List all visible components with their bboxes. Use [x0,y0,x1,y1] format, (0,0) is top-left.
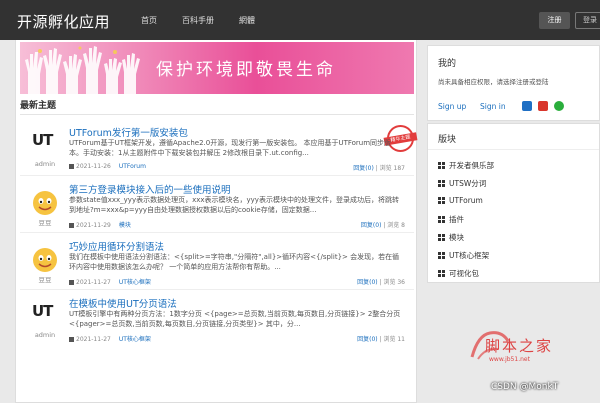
section-item-label: 开发者俱乐部 [449,161,494,170]
main-content: 保护环境即敬畏生命 最新主题 UT admin UTForum发行第一版安装包 … [15,40,418,403]
grid-icon [438,197,445,204]
signup-link[interactable]: Sign up [438,102,466,111]
author-name[interactable]: admin [20,160,70,168]
topic-category[interactable]: UTForum [119,163,146,170]
topic-date: 2021-11-26 [76,163,111,170]
topic-excerpt: UT模板引擎中有两种分页方法：1数字分页 <{page>=总页数,当前页数,每页… [69,310,401,328]
topic-stats: 回复(0) | 浏览 8 [360,222,405,229]
topic-title[interactable]: UTForum发行第一版安装包 [69,125,188,139]
topic-excerpt: 我们在模板中使用语法分割语法：<{split>=字符串,"分隔符",all}>循… [69,253,400,271]
topic-date: 2021-11-29 [76,222,111,229]
topic-meta: 2021-11-29 模块 [69,220,131,229]
section-item[interactable]: UTForum [438,196,483,205]
topic-item[interactable]: UT admin UTForum发行第一版安装包 精华主题 UTForum基于U… [20,119,418,176]
topic-date: 2021-11-27 [76,336,111,343]
author-name[interactable]: 豆豆 [20,217,70,227]
topic-item[interactable]: UT admin 在模板中使用UT分页语法 UT模板引擎中有两种分页方法：1数字… [20,290,414,347]
sections-title: 版块 [438,135,457,145]
topic-meta: 2021-11-26 UTForum [69,163,146,170]
login-button[interactable]: 登录 [575,12,600,29]
weibo-icon[interactable] [538,101,548,111]
section-item-label: 插件 [449,215,464,224]
section-item-label: UTSW分词 [449,179,487,188]
calendar-icon [69,223,74,228]
sections-card: 版块 开发者俱乐部 UTSW分词 UTForum 插件 模块 UT核心框架 可视… [427,123,600,283]
my-account-title: 我的 [438,59,457,69]
avatar[interactable]: UT [32,302,53,320]
topic-meta: 2021-11-27 UT核心框架 [69,334,151,343]
topic-category[interactable]: 模块 [119,222,131,229]
calendar-icon [69,280,74,285]
section-item[interactable]: UT核心框架 [438,250,489,261]
section-item[interactable]: 可视化包 [438,268,479,279]
topic-date: 2021-11-27 [76,279,111,286]
grid-icon [438,234,445,241]
register-button[interactable]: 注册 [539,12,570,29]
grid-icon [438,162,445,169]
divider [428,149,599,150]
nav-link-wiki[interactable]: 百科手册 [182,15,214,26]
topic-item[interactable]: 豆豆 巧妙应用循环分割语法 我们在模板中使用语法分割语法：<{split>=字符… [20,233,414,290]
avatar[interactable] [32,247,58,273]
section-item-label: 可视化包 [449,269,479,278]
topic-stats: 回复(0) | 浏览 187 [353,165,405,172]
view-count: 浏览 187 [379,165,405,172]
topic-item[interactable]: 豆豆 第三方登录模块接入后的一些使用说明 参数state值xxx_yyy表示数据… [20,176,414,233]
top-navbar: 开源孵化应用 首页 百科手册 網體 注册 登录 [0,0,600,40]
watermark-url: www.jb51.net [489,356,530,363]
topic-title[interactable]: 巧妙应用循环分割语法 [69,239,164,253]
signin-link[interactable]: Sign in [480,102,506,111]
nav-link-third[interactable]: 網體 [239,15,255,26]
topic-category[interactable]: UT核心框架 [119,336,151,343]
grid-icon [438,252,445,259]
calendar-icon [69,337,74,342]
section-item[interactable]: UTSW分词 [438,178,486,189]
banner[interactable]: 保护环境即敬畏生命 [20,42,414,94]
section-title-latest: 最新主题 [20,101,57,111]
avatar[interactable] [32,190,58,216]
view-count: 浏览 8 [387,222,405,229]
section-item-label: 模块 [449,233,464,242]
section-item[interactable]: 插件 [438,214,464,225]
reply-count[interactable]: 回复(0) [357,279,378,286]
author-name[interactable]: admin [20,331,70,339]
divider [20,114,414,115]
section-item-label: UT核心框架 [449,251,490,260]
banner-slogan: 保护环境即敬畏生命 [156,60,336,80]
topic-title[interactable]: 在模板中使用UT分页语法 [69,296,177,310]
reply-count[interactable]: 回复(0) [357,336,378,343]
my-account-card: 我的 尚未具备相应权限，请选择注册或登陆 Sign up Sign in [427,45,600,121]
topic-excerpt: 参数state值xxx_yyy表示数据处理页，xxx表示模块名，yyy表示模块中… [69,196,399,214]
grid-icon [438,270,445,277]
section-item[interactable]: 模块 [438,232,464,243]
topic-meta: 2021-11-27 UT核心框架 [69,277,151,286]
nav-link-home[interactable]: 首页 [141,15,157,26]
reply-count[interactable]: 回复(0) [353,165,374,172]
view-count: 浏览 11 [383,336,405,343]
topic-excerpt: UTForum基于UT框架开发，遵循Apache2.0开源，现发行第一版安装包。… [69,139,392,157]
permission-notice: 尚未具备相应权限，请选择注册或登陆 [438,78,549,86]
csdn-watermark: CSDN @MonkT [491,382,559,392]
wechat-icon[interactable] [554,101,564,111]
avatar[interactable]: UT [32,131,53,149]
view-count: 浏览 36 [383,279,405,286]
grid-icon [438,216,445,223]
topic-stats: 回复(0) | 浏览 36 [357,279,405,286]
section-item[interactable]: 开发者俱乐部 [438,160,494,171]
topic-stats: 回复(0) | 浏览 11 [357,336,405,343]
watermark-site: 脚本之家 [485,337,554,355]
site-logo[interactable]: 开源孵化应用 [17,11,110,32]
author-name[interactable]: 豆豆 [20,274,70,284]
section-item-label: UTForum [449,196,483,205]
grid-icon [438,180,445,187]
topic-category[interactable]: UT核心框架 [119,279,151,286]
topic-title[interactable]: 第三方登录模块接入后的一些使用说明 [69,182,231,196]
reply-count[interactable]: 回复(0) [361,222,382,229]
calendar-icon [69,164,74,169]
qq-icon[interactable] [522,101,532,111]
